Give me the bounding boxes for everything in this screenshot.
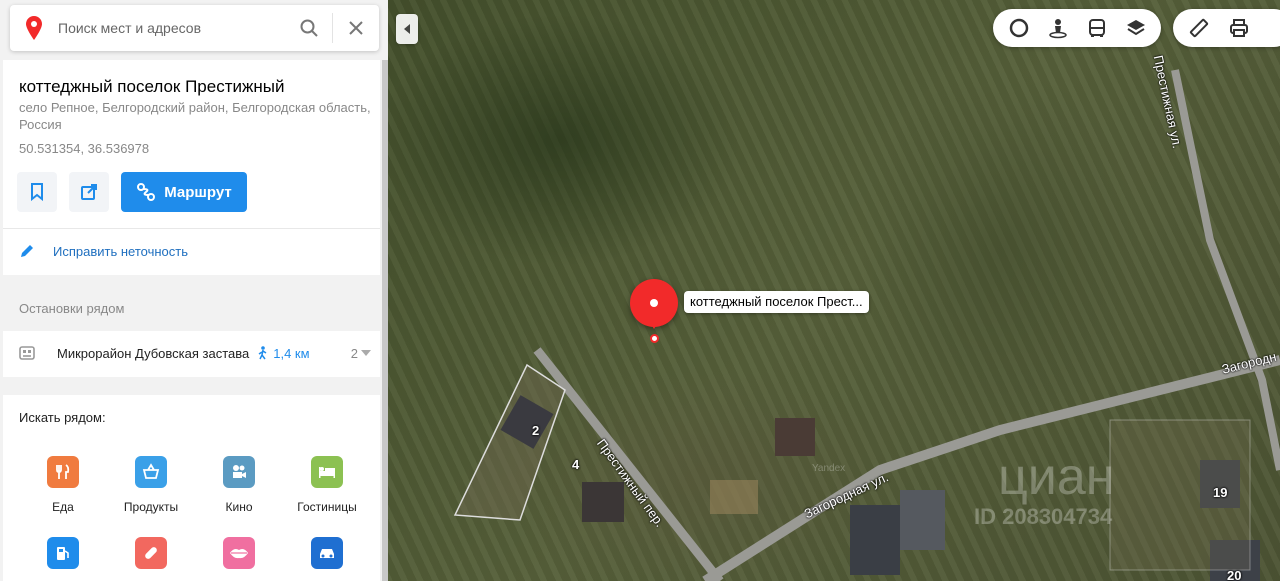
place-title: коттеджный поселок Престижный [19, 77, 285, 96]
house-number-2: 2 [532, 423, 540, 438]
collapse-panel-button[interactable] [396, 14, 418, 44]
layers-icon [1126, 20, 1145, 36]
traffic-button[interactable] [999, 9, 1038, 47]
chevron-down-icon [361, 350, 371, 356]
place-card: коттеджный поселок Престижный село Репно… [3, 60, 380, 275]
nearby-category-groceries[interactable]: Продукты [107, 456, 195, 514]
traffic-circle-icon [1009, 18, 1028, 38]
house-roof [775, 418, 815, 456]
nearby-category-pharmacy[interactable] [107, 537, 195, 569]
nearby-category-label: Еда [52, 500, 74, 514]
pencil-icon [21, 245, 33, 257]
road-prestizhnaya [1171, 69, 1280, 471]
lips-icon [223, 537, 255, 569]
nearby-category-beauty[interactable] [195, 537, 283, 569]
divider [3, 228, 380, 229]
stop-item[interactable]: Микрорайон Дубовская застава 1,4 км 2 [19, 345, 371, 361]
metro-station-icon [19, 346, 35, 360]
route-button[interactable]: Маршрут [121, 172, 247, 212]
share-icon [81, 184, 97, 200]
stops-card: Микрорайон Дубовская застава 1,4 км 2 [3, 331, 380, 377]
food-icon [47, 456, 79, 488]
construction-site [710, 480, 758, 514]
route-button-label: Маршрут [164, 183, 232, 201]
house-number-4: 4 [572, 457, 580, 472]
side-panel: коттеджный поселок Престижный село Репно… [0, 0, 388, 581]
stops-section-title: Остановки рядом [19, 301, 125, 316]
house-b [900, 490, 945, 550]
print-button[interactable] [1219, 9, 1259, 47]
fix-inaccuracy-link[interactable]: Исправить неточность [19, 243, 188, 259]
triangle-left-icon [404, 24, 410, 34]
nearby-category-hotels[interactable]: Гостиницы [283, 456, 371, 514]
search-icon [300, 19, 318, 37]
nearby-category-food[interactable]: Еда [19, 456, 107, 514]
bookmark-button[interactable] [17, 172, 57, 212]
nearby-category-car-service[interactable] [283, 537, 371, 569]
fix-inaccuracy-label: Исправить неточность [53, 243, 188, 259]
bus-icon [1088, 19, 1105, 37]
map-tools-toolbar [1173, 9, 1280, 47]
map-pin-logo-icon[interactable] [10, 16, 58, 40]
nearby-category-cinema[interactable]: Кино [195, 456, 283, 514]
share-button[interactable] [69, 172, 109, 212]
car-icon [311, 537, 343, 569]
walking-icon [258, 346, 267, 360]
pill-icon [135, 537, 167, 569]
provider-label: Yandex [812, 463, 846, 474]
road-prestizhny-per [533, 347, 724, 581]
stop-routes-count[interactable]: 2 [351, 346, 371, 361]
placemark-pin[interactable] [630, 279, 678, 335]
watermark-brand: циан [998, 448, 1115, 506]
camera-icon [223, 456, 255, 488]
stop-walk-distance: 1,4 км [257, 345, 310, 361]
place-address: село Репное, Белгородский район, Белгоро… [19, 100, 371, 132]
search-input[interactable] [58, 20, 286, 36]
panorama-button[interactable] [1038, 9, 1077, 47]
person-icon [1048, 19, 1067, 39]
ruler-icon [1189, 18, 1209, 38]
stop-distance: 1,4 км [273, 345, 310, 361]
search-button[interactable] [286, 5, 332, 51]
route-icon [137, 183, 156, 201]
transport-button[interactable] [1077, 9, 1116, 47]
layers-button[interactable] [1116, 9, 1155, 47]
place-coordinates[interactable]: 50.531354, 36.536978 [19, 141, 149, 156]
scrollbar-thumb[interactable] [382, 60, 388, 581]
bed-icon [311, 456, 343, 488]
fuel-icon [47, 537, 79, 569]
stop-routes-count-value: 2 [350, 345, 358, 361]
nearby-card: Искать рядом: Еда Продукты Кино Гостиниц… [3, 395, 380, 581]
nearby-category-label: Продукты [123, 500, 179, 514]
close-icon [349, 21, 363, 35]
house-a [850, 505, 900, 575]
bookmark-icon [31, 183, 43, 201]
nearby-category-label: Гостиницы [297, 500, 357, 514]
plot-19 [1109, 419, 1251, 571]
search-bar [10, 5, 379, 51]
nearby-title: Искать рядом: [19, 410, 106, 425]
house-number-20: 20 [1227, 568, 1242, 581]
basket-icon [135, 456, 167, 488]
house-4 [582, 482, 624, 522]
plot-2 [453, 363, 566, 521]
clear-search-button[interactable] [333, 5, 379, 51]
placemark-label[interactable]: коттеджный поселок Прест... [684, 291, 869, 313]
nearby-category-fuel[interactable] [19, 537, 107, 569]
watermark-id: ID 208304734 [974, 504, 1113, 529]
stop-name: Микрорайон Дубовская застава [57, 345, 250, 361]
map-layers-toolbar [993, 9, 1161, 47]
ruler-button[interactable] [1179, 9, 1219, 47]
nearby-category-label: Кино [225, 500, 253, 514]
placemark-point [650, 334, 659, 343]
house-number-19: 19 [1213, 485, 1228, 500]
printer-icon [1230, 19, 1248, 37]
